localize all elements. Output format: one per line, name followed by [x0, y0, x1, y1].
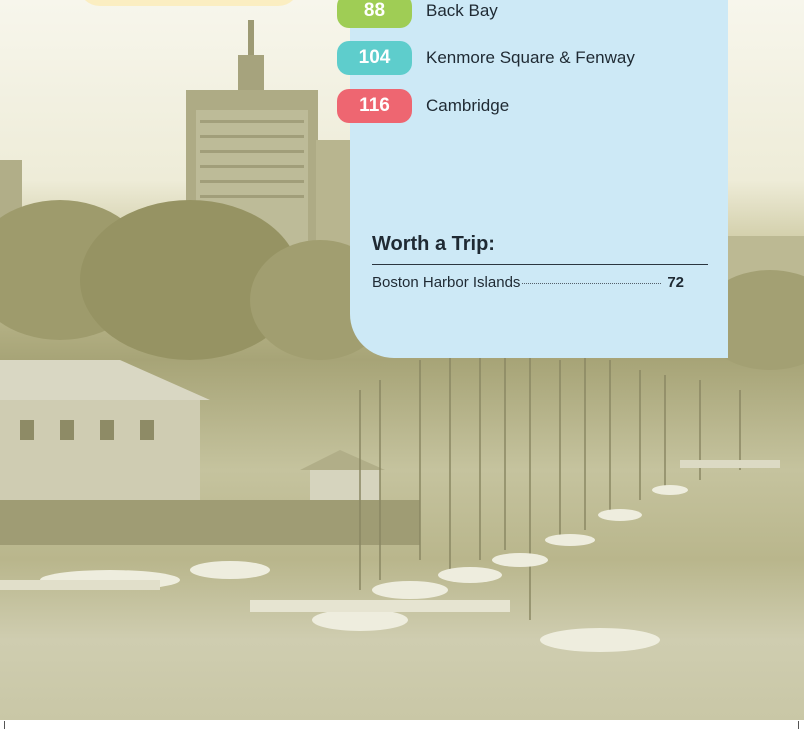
crop-mark-right: [798, 721, 799, 729]
page-number-badge: 88: [337, 0, 412, 28]
worth-a-trip-entry-page: 72: [667, 274, 684, 291]
crop-mark-left: [4, 721, 5, 729]
toc-entry-kenmore-fenway[interactable]: 104 Kenmore Square & Fenway: [337, 41, 635, 75]
toc-entry-label: Cambridge: [426, 96, 510, 115]
worth-a-trip-entry[interactable]: Boston Harbor Islands 72: [372, 274, 684, 291]
toc-entry-label: Kenmore Square & Fenway: [426, 48, 635, 67]
dot-leader: [522, 283, 662, 284]
worth-a-trip-heading: Worth a Trip:: [372, 233, 495, 255]
page-number-badge: 116: [337, 89, 412, 123]
yellow-header-card: [78, 0, 300, 6]
toc-entry-cambridge[interactable]: 116 Cambridge: [337, 89, 509, 123]
toc-entry-label: Back Bay: [426, 1, 498, 20]
worth-a-trip-entry-label: Boston Harbor Islands: [372, 274, 521, 291]
page-number-badge: 104: [337, 41, 412, 75]
toc-panel: 88 Back Bay 104 Kenmore Square & Fenway …: [337, 0, 728, 358]
toc-entry-back-bay[interactable]: 88 Back Bay: [337, 0, 498, 28]
section-divider: [372, 264, 708, 265]
